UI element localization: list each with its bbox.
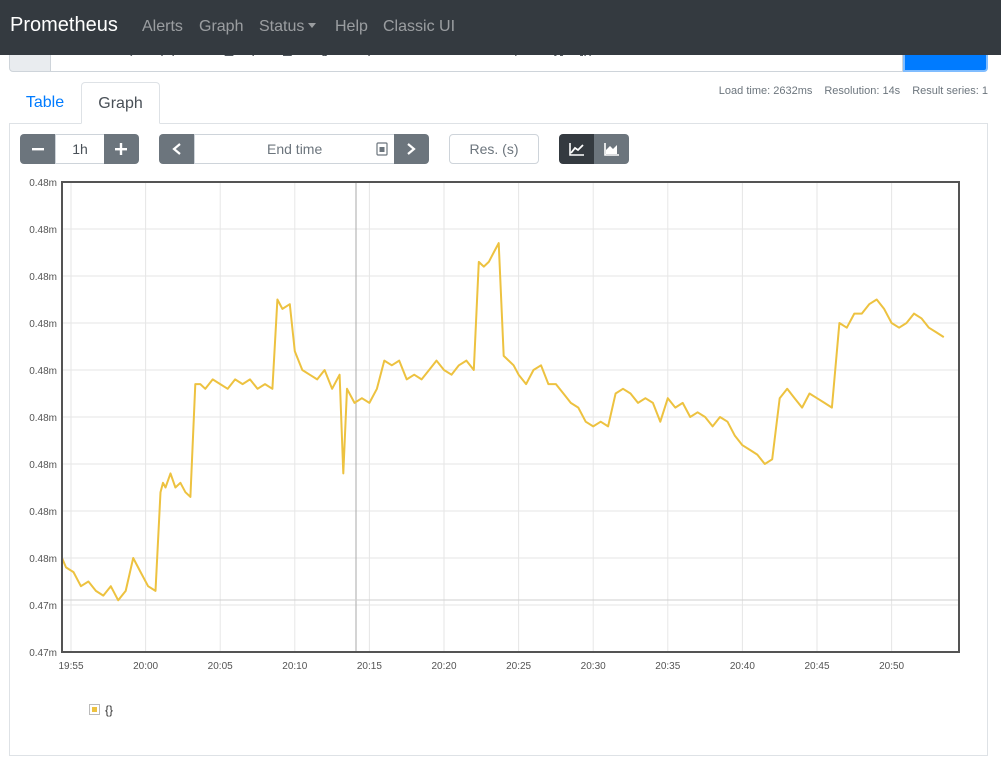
- x-tick-label: 20:40: [730, 661, 755, 672]
- nav-status-label: Status: [259, 18, 305, 35]
- nav-help[interactable]: Help: [335, 18, 368, 36]
- nav-alerts[interactable]: Alerts: [142, 18, 183, 36]
- stacked-graph-button[interactable]: [594, 134, 629, 164]
- y-tick-label: 0.48m: [29, 554, 57, 565]
- y-tick-label: 0.48m: [29, 272, 57, 283]
- end-time-placeholder: End time: [267, 141, 323, 157]
- x-tick-label: 20:35: [655, 661, 680, 672]
- x-tick-label: 20:15: [357, 661, 382, 672]
- resolution-placeholder: Res. (s): [469, 141, 519, 157]
- tab-graph[interactable]: Graph: [81, 82, 160, 124]
- query-stats: Load time: 2632ms Resolution: 14s Result s…: [707, 85, 988, 97]
- x-tick-label: 20:25: [506, 661, 531, 672]
- x-tick-label: 20:30: [581, 661, 606, 672]
- y-tick-label: 0.48m: [29, 413, 57, 424]
- decrease-range-button[interactable]: [20, 134, 56, 164]
- graph-legend: {}: [89, 703, 113, 717]
- resolution-input[interactable]: Res. (s): [449, 134, 539, 164]
- y-tick-label: 0.47m: [29, 601, 57, 612]
- end-time-input[interactable]: End time: [194, 134, 395, 164]
- increase-range-button[interactable]: [104, 134, 139, 164]
- previous-time-button[interactable]: [159, 134, 195, 164]
- range-input[interactable]: 1h: [55, 134, 105, 164]
- y-tick-label: 0.48m: [29, 225, 57, 236]
- tab-table[interactable]: Table: [10, 82, 80, 124]
- y-tick-label: 0.48m: [29, 178, 57, 189]
- calendar-icon[interactable]: [376, 142, 388, 156]
- y-tick-label: 0.47m: [29, 648, 57, 659]
- y-tick-label: 0.48m: [29, 507, 57, 518]
- chevron-right-icon: [407, 143, 416, 155]
- nav-status-dropdown[interactable]: Status: [259, 18, 317, 36]
- brand-logo-text[interactable]: Prometheus: [10, 14, 118, 37]
- y-tick-label: 0.48m: [29, 366, 57, 377]
- next-time-button[interactable]: [394, 134, 429, 164]
- result-series-stat: Result series: 1: [912, 85, 988, 97]
- legend-swatch[interactable]: [89, 704, 100, 715]
- x-tick-label: 20:20: [431, 661, 456, 672]
- x-tick-label: 20:05: [208, 661, 233, 672]
- nav-graph[interactable]: Graph: [199, 18, 243, 36]
- resolution-stat: Resolution: 14s: [824, 85, 901, 97]
- plus-icon: [115, 143, 127, 155]
- unstacked-graph-button[interactable]: [559, 134, 595, 164]
- y-tick-label: 0.48m: [29, 460, 57, 471]
- legend-series-label[interactable]: {}: [105, 703, 113, 717]
- area-chart-icon: [604, 143, 619, 156]
- x-tick-label: 20:45: [804, 661, 829, 672]
- time-series-graph[interactable]: 0.48m 0.48m 0.48m 0.48m 0.48m 0.48m 0.48m 0.48m…: [0, 170, 1001, 680]
- load-time: Load time: 2632ms: [718, 85, 813, 97]
- y-tick-label: 0.48m: [29, 319, 57, 330]
- x-tick-label: 19:55: [58, 661, 83, 672]
- x-tick-label: 20:50: [879, 661, 904, 672]
- x-tick-label: 20:00: [133, 661, 158, 672]
- navbar: Prometheus Alerts Graph Status Help Clas…: [0, 0, 1001, 55]
- series-line: [61, 242, 945, 602]
- x-tick-label: 20:10: [282, 661, 307, 672]
- minus-icon: [32, 148, 44, 151]
- line-chart-icon: [569, 143, 584, 156]
- nav-classic-ui[interactable]: Classic UI: [383, 18, 455, 36]
- chevron-left-icon: [172, 143, 181, 155]
- caret-down-icon: [308, 23, 317, 28]
